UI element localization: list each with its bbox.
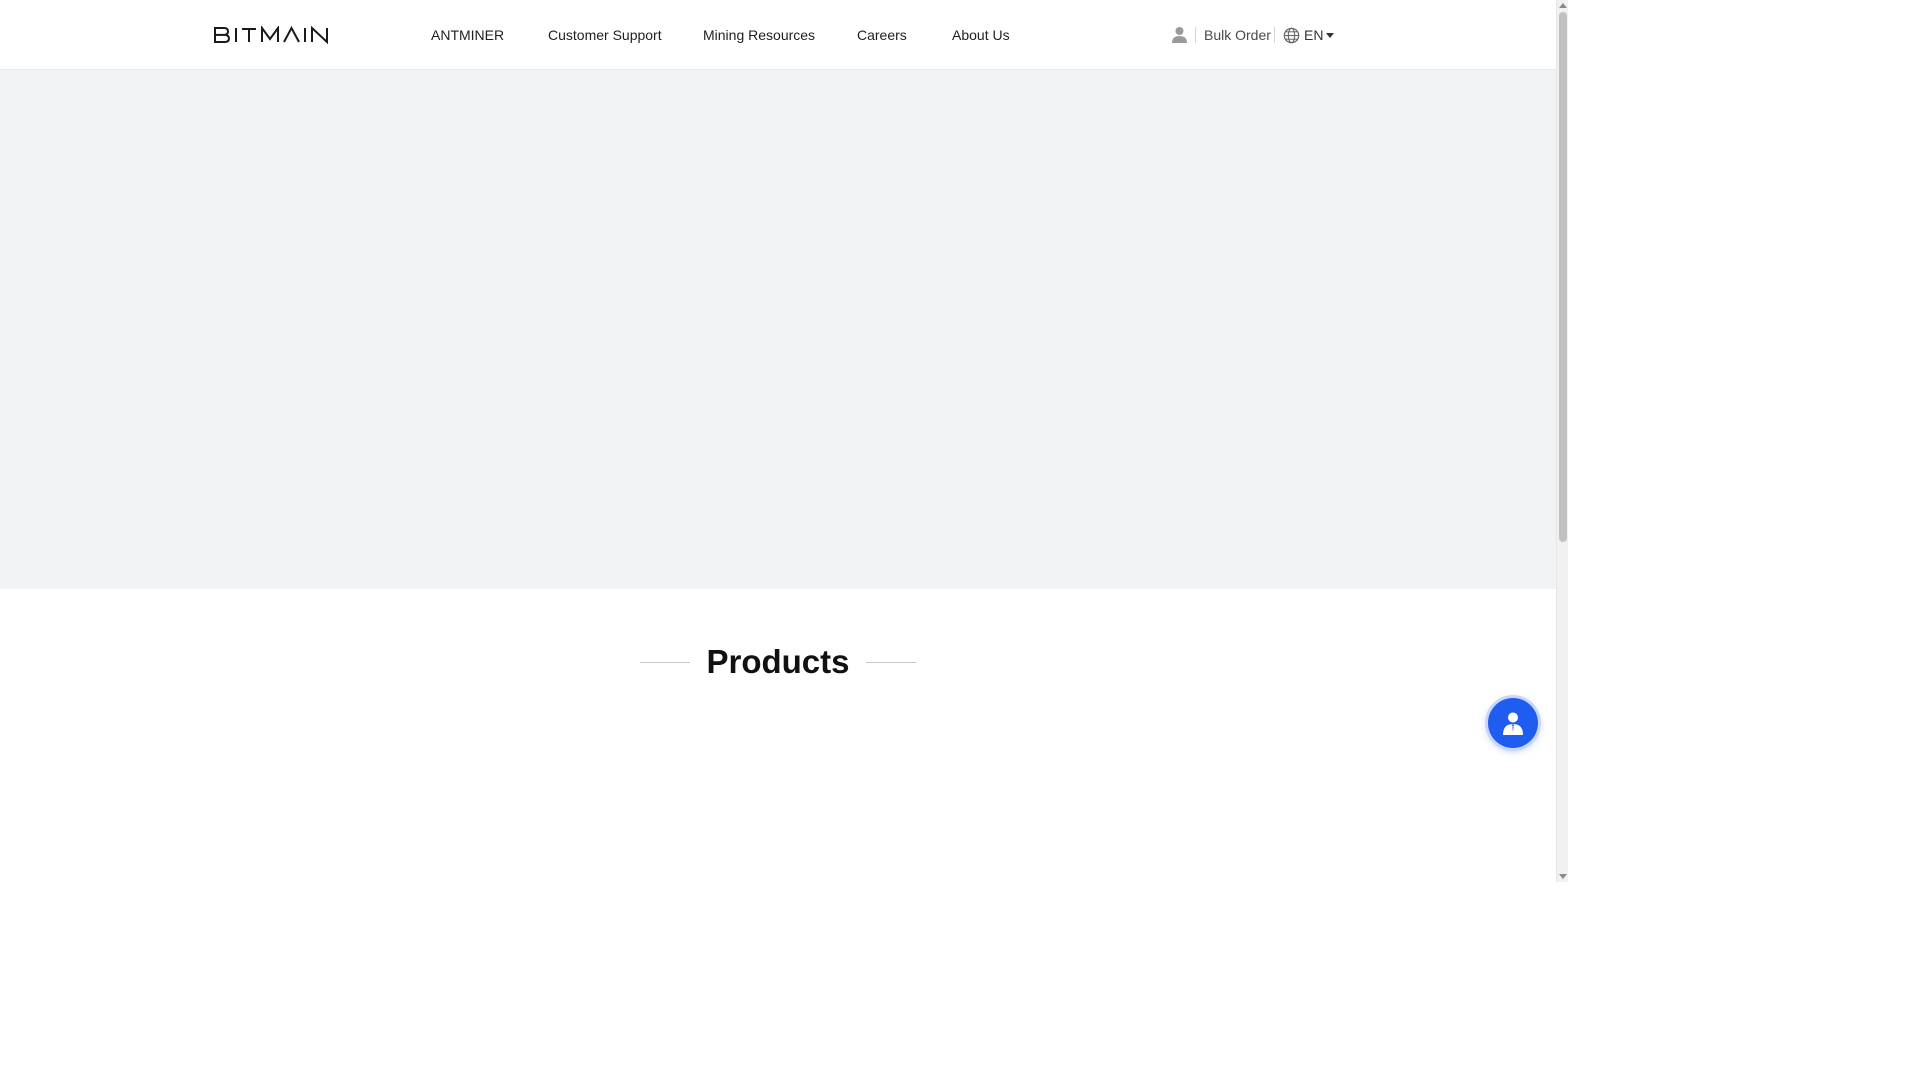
heading-rule-right: [866, 662, 916, 663]
scrollbar-thumb[interactable]: [1559, 12, 1567, 542]
nav-item-careers[interactable]: Careers: [857, 26, 907, 44]
user-icon[interactable]: [1171, 26, 1188, 43]
page-scrollbar[interactable]: [1556, 0, 1568, 882]
globe-icon: [1283, 27, 1300, 43]
caret-down-icon: [1326, 32, 1335, 38]
nav-item-about-us[interactable]: About Us: [952, 26, 1010, 44]
nav-item-mining-resources[interactable]: Mining Resources: [703, 26, 815, 44]
products-section-heading: Products: [0, 640, 1556, 684]
language-label: EN: [1304, 27, 1324, 43]
page: ANTMINER Customer Support Mining Resourc…: [0, 0, 1556, 882]
divider: [1274, 27, 1275, 43]
language-selector[interactable]: EN: [1283, 26, 1335, 44]
customer-service-icon: [1503, 712, 1523, 735]
nav-item-antminer[interactable]: ANTMINER: [431, 26, 504, 44]
bitmain-logo[interactable]: [214, 26, 330, 44]
hero-banner: [0, 70, 1556, 589]
scroll-up-icon[interactable]: [1559, 3, 1567, 8]
nav-item-customer-support[interactable]: Customer Support: [548, 26, 662, 44]
bulk-order-link[interactable]: Bulk Order: [1204, 26, 1271, 44]
products-title: Products: [706, 643, 850, 680]
scroll-down-icon[interactable]: [1559, 874, 1567, 879]
divider: [1195, 27, 1196, 43]
customer-service-button[interactable]: [1488, 698, 1538, 748]
site-header: ANTMINER Customer Support Mining Resourc…: [0, 0, 1556, 70]
